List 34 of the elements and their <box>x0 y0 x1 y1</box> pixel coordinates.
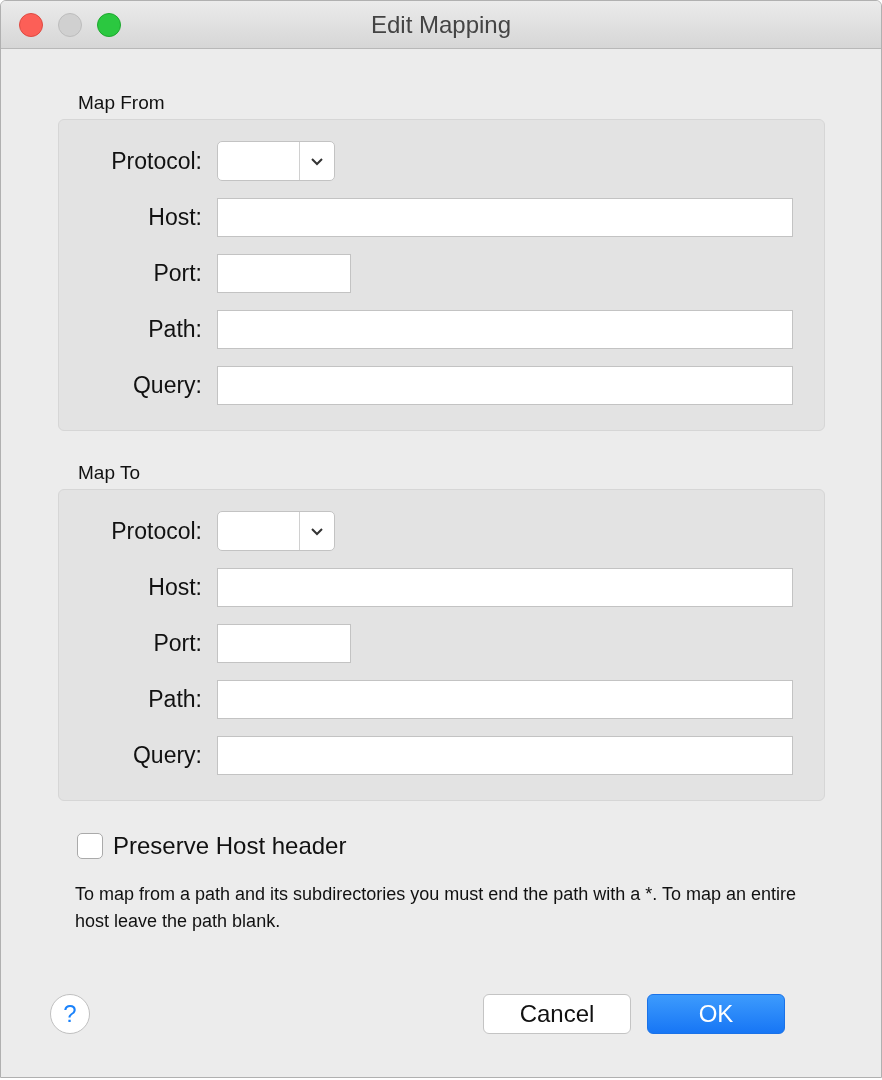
field-label: Port: <box>152 259 202 287</box>
field-label: Host: <box>147 573 202 601</box>
chevron-icon <box>310 156 324 166</box>
input-field[interactable] <box>217 197 793 237</box>
cancel-button[interactable]: Cancel <box>483 994 631 1034</box>
field-label: Port: <box>152 629 202 657</box>
ok-button[interactable]: OK <box>647 994 785 1034</box>
section-heading: Map From <box>78 91 166 115</box>
chevron-icon <box>310 526 324 536</box>
help-text: To map from a path and its subdirectories you must end the path with a *. To map an entire host leave the path blank. <box>75 883 798 933</box>
field-label: Query: <box>131 371 202 399</box>
section-heading: Map To <box>78 461 141 485</box>
input-field[interactable] <box>217 365 793 405</box>
field-label: Host: <box>147 203 202 231</box>
dropdown[interactable] <box>217 511 335 551</box>
input-field[interactable] <box>217 735 793 775</box>
dropdown[interactable] <box>217 141 335 181</box>
field-label: Query: <box>131 741 202 769</box>
zoom-icon[interactable] <box>97 13 121 37</box>
input-field[interactable] <box>217 567 793 607</box>
field-label: Path: <box>147 685 202 713</box>
close-icon[interactable] <box>19 13 43 37</box>
help-button[interactable]: ? <box>50 994 90 1034</box>
checkbox[interactable] <box>77 833 103 859</box>
minimize-icon[interactable] <box>58 13 82 37</box>
field-label: Protocol: <box>110 147 202 175</box>
input-field[interactable] <box>217 309 793 349</box>
window-title: Edit Mapping <box>370 10 512 39</box>
field-label: Protocol: <box>110 517 202 545</box>
field-label: Path: <box>147 315 202 343</box>
input-field[interactable] <box>217 679 793 719</box>
input-field[interactable] <box>217 253 351 293</box>
checkbox-label: Preserve Host header <box>113 832 347 860</box>
input-field[interactable] <box>217 623 351 663</box>
